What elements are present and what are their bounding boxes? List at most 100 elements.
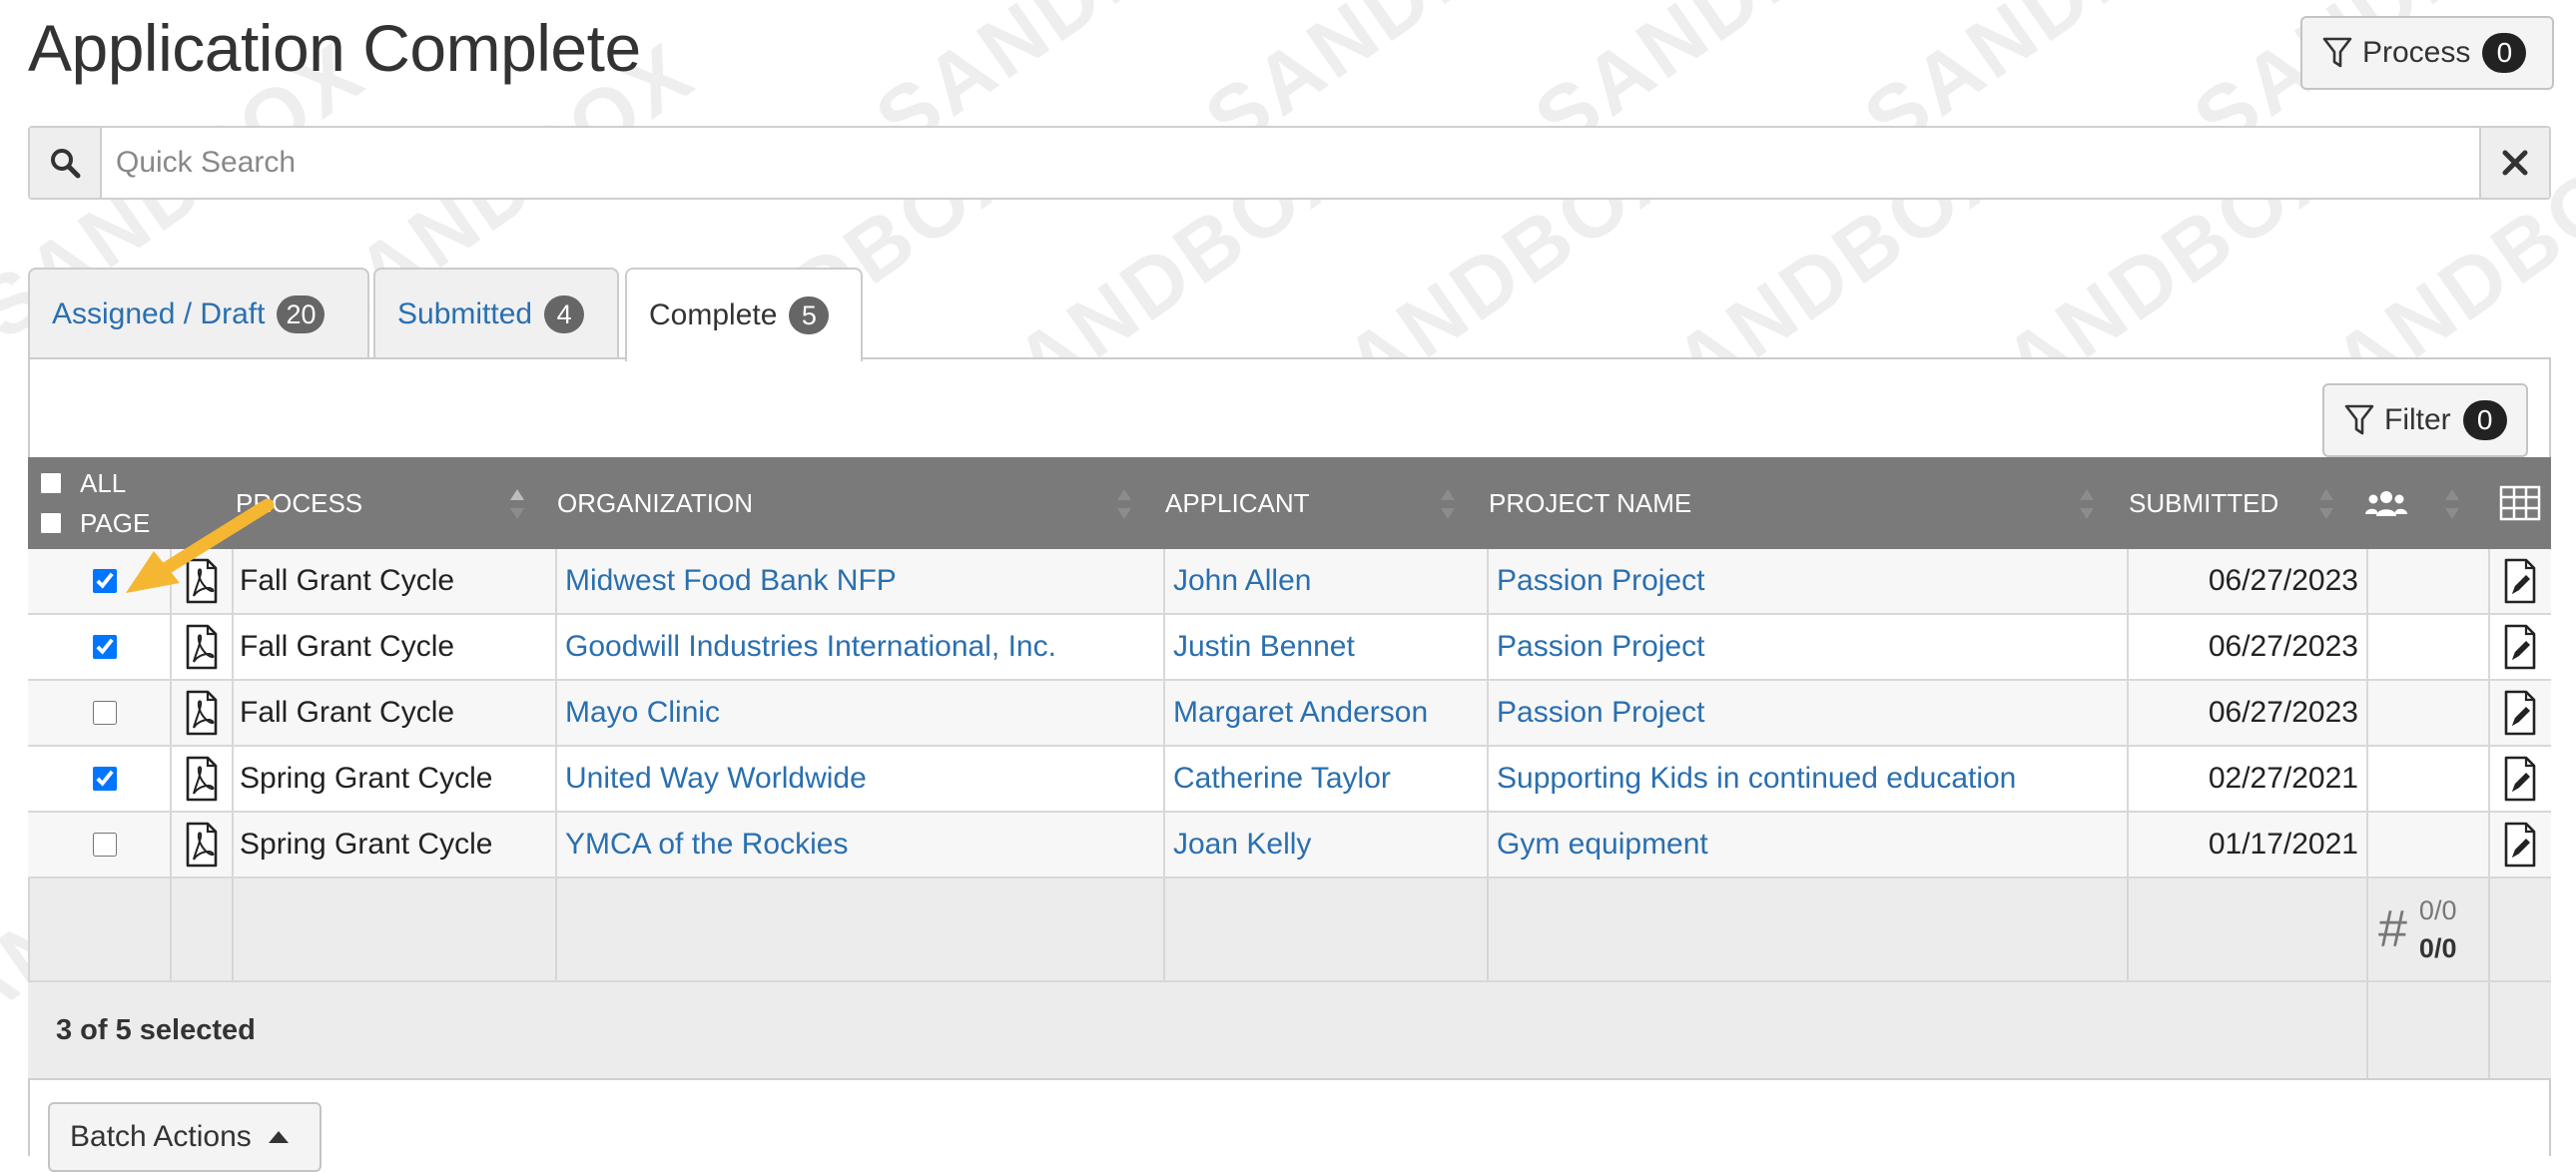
row-checkbox[interactable] — [93, 569, 117, 593]
row-submitted-date: 06/27/2023 — [2127, 615, 2366, 679]
row-project-link[interactable]: Passion Project — [1487, 681, 2127, 745]
record-count: # 0/0 0/0 — [2366, 879, 2488, 980]
tab-complete[interactable]: Complete 5 — [625, 268, 863, 361]
tab-submitted[interactable]: Submitted 4 — [373, 268, 619, 359]
column-header-process[interactable]: PROCESS — [236, 457, 555, 549]
row-organization-link[interactable]: Midwest Food Bank NFP — [555, 549, 1163, 613]
row-checkbox[interactable] — [93, 635, 117, 659]
row-select-cell — [28, 747, 170, 811]
row-checkbox[interactable] — [93, 767, 117, 791]
row-select-cell — [28, 813, 170, 877]
row-project-link[interactable]: Supporting Kids in continued education — [1487, 747, 2127, 811]
table-columns-icon[interactable] — [2498, 457, 2542, 549]
caret-up-icon — [268, 1130, 290, 1144]
batch-actions-button[interactable]: Batch Actions — [48, 1102, 322, 1172]
edit-document-icon[interactable] — [2488, 681, 2549, 745]
row-process: Fall Grant Cycle — [232, 549, 555, 613]
edit-document-icon[interactable] — [2488, 615, 2549, 679]
count-top: 0/0 — [2418, 895, 2457, 925]
clear-search-icon[interactable] — [2479, 128, 2549, 198]
row-project-link[interactable]: Gym equipment — [1487, 813, 2127, 877]
sort-icon[interactable] — [509, 487, 525, 521]
hash-icon: # — [2378, 900, 2407, 958]
users-icon[interactable] — [2364, 457, 2408, 549]
selection-summary: 3 of 5 selected — [56, 1013, 256, 1046]
column-header-organization[interactable]: ORGANIZATION — [557, 457, 1156, 549]
column-label: ORGANIZATION — [557, 487, 753, 518]
table-row: Fall Grant Cycle Goodwill Industries Inte… — [28, 615, 2551, 681]
row-applicant-link[interactable]: Justin Bennet — [1163, 615, 1487, 679]
select-page-checkbox[interactable] — [40, 512, 62, 534]
select-all-label: ALL — [80, 467, 127, 498]
edit-document-icon[interactable] — [2488, 747, 2549, 811]
row-checkbox[interactable] — [93, 833, 117, 857]
pdf-icon[interactable] — [170, 813, 232, 877]
pdf-icon[interactable] — [170, 681, 232, 745]
tab-assigned-draft[interactable]: Assigned / Draft 20 — [28, 268, 369, 359]
row-users-cell — [2366, 615, 2488, 679]
row-applicant-link[interactable]: Margaret Anderson — [1163, 681, 1487, 745]
sort-icon[interactable] — [2444, 487, 2460, 521]
process-label: Process — [2362, 36, 2471, 69]
pdf-icon[interactable] — [170, 615, 232, 679]
sort-icon[interactable] — [1440, 487, 1456, 521]
row-users-cell — [2366, 549, 2488, 613]
row-organization-link[interactable]: Mayo Clinic — [555, 681, 1163, 745]
row-organization-link[interactable]: United Way Worldwide — [555, 747, 1163, 811]
row-process: Fall Grant Cycle — [232, 615, 555, 679]
column-label: APPLICANT — [1165, 487, 1310, 518]
column-label: PROJECT NAME — [1489, 487, 1692, 518]
column-header-submitted[interactable]: SUBMITTED — [2129, 457, 2328, 549]
row-submitted-date: 01/17/2021 — [2127, 813, 2366, 877]
tab-count-badge: 4 — [544, 295, 585, 333]
sort-icon[interactable] — [2079, 487, 2095, 521]
row-checkbox[interactable] — [93, 701, 117, 725]
search-input[interactable] — [102, 128, 2479, 198]
process-button[interactable]: Process 0 — [2300, 16, 2554, 90]
pdf-icon[interactable] — [170, 747, 232, 811]
column-label: SUBMITTED — [2129, 487, 2279, 518]
row-users-cell — [2366, 813, 2488, 877]
tab-count-badge: 5 — [789, 296, 830, 334]
column-header-project-name[interactable]: PROJECT NAME — [1489, 457, 2088, 549]
tab-label: Submitted — [397, 297, 533, 330]
search-icon[interactable] — [30, 128, 102, 198]
filter-count-badge: 0 — [2462, 400, 2507, 440]
page-title: Application Complete — [28, 11, 641, 85]
row-organization-link[interactable]: YMCA of the Rockies — [555, 813, 1163, 877]
row-applicant-link[interactable]: Joan Kelly — [1163, 813, 1487, 877]
row-project-link[interactable]: Passion Project — [1487, 615, 2127, 679]
row-users-cell — [2366, 681, 2488, 745]
sort-icon[interactable] — [1116, 487, 1132, 521]
select-all-group: ALL — [40, 465, 126, 501]
annotation-arrow — [126, 498, 275, 593]
row-submitted-date: 02/27/2021 — [2127, 747, 2366, 811]
edit-document-icon[interactable] — [2488, 549, 2549, 613]
row-organization-link[interactable]: Goodwill Industries International, Inc. — [555, 615, 1163, 679]
select-all-checkbox[interactable] — [40, 472, 62, 494]
filter-button[interactable]: Filter 0 — [2322, 383, 2528, 457]
filter-label: Filter — [2384, 403, 2451, 436]
sort-icon[interactable] — [2318, 487, 2334, 521]
edit-document-icon[interactable] — [2488, 813, 2549, 877]
selection-summary-row: 3 of 5 selected — [28, 982, 2551, 1080]
row-applicant-link[interactable]: John Allen — [1163, 549, 1487, 613]
row-process: Spring Grant Cycle — [232, 747, 555, 811]
row-users-cell — [2366, 747, 2488, 811]
batch-actions-label: Batch Actions — [70, 1120, 252, 1153]
row-process: Fall Grant Cycle — [232, 681, 555, 745]
row-select-cell — [28, 681, 170, 745]
table-body: Fall Grant Cycle Midwest Food Bank NFP Joh… — [28, 549, 2551, 879]
count-bottom: 0/0 — [2418, 933, 2457, 963]
row-submitted-date: 06/27/2023 — [2127, 681, 2366, 745]
row-applicant-link[interactable]: Catherine Taylor — [1163, 747, 1487, 811]
row-process: Spring Grant Cycle — [232, 813, 555, 877]
tab-label: Assigned / Draft — [52, 297, 266, 330]
table-row: Spring Grant Cycle YMCA of the Rockies Joa… — [28, 813, 2551, 879]
quick-search-bar — [28, 126, 2551, 200]
funnel-icon — [2322, 36, 2352, 70]
row-project-link[interactable]: Passion Project — [1487, 549, 2127, 613]
column-header-applicant[interactable]: APPLICANT — [1165, 457, 1465, 549]
funnel-icon — [2344, 403, 2374, 437]
row-select-cell — [28, 615, 170, 679]
